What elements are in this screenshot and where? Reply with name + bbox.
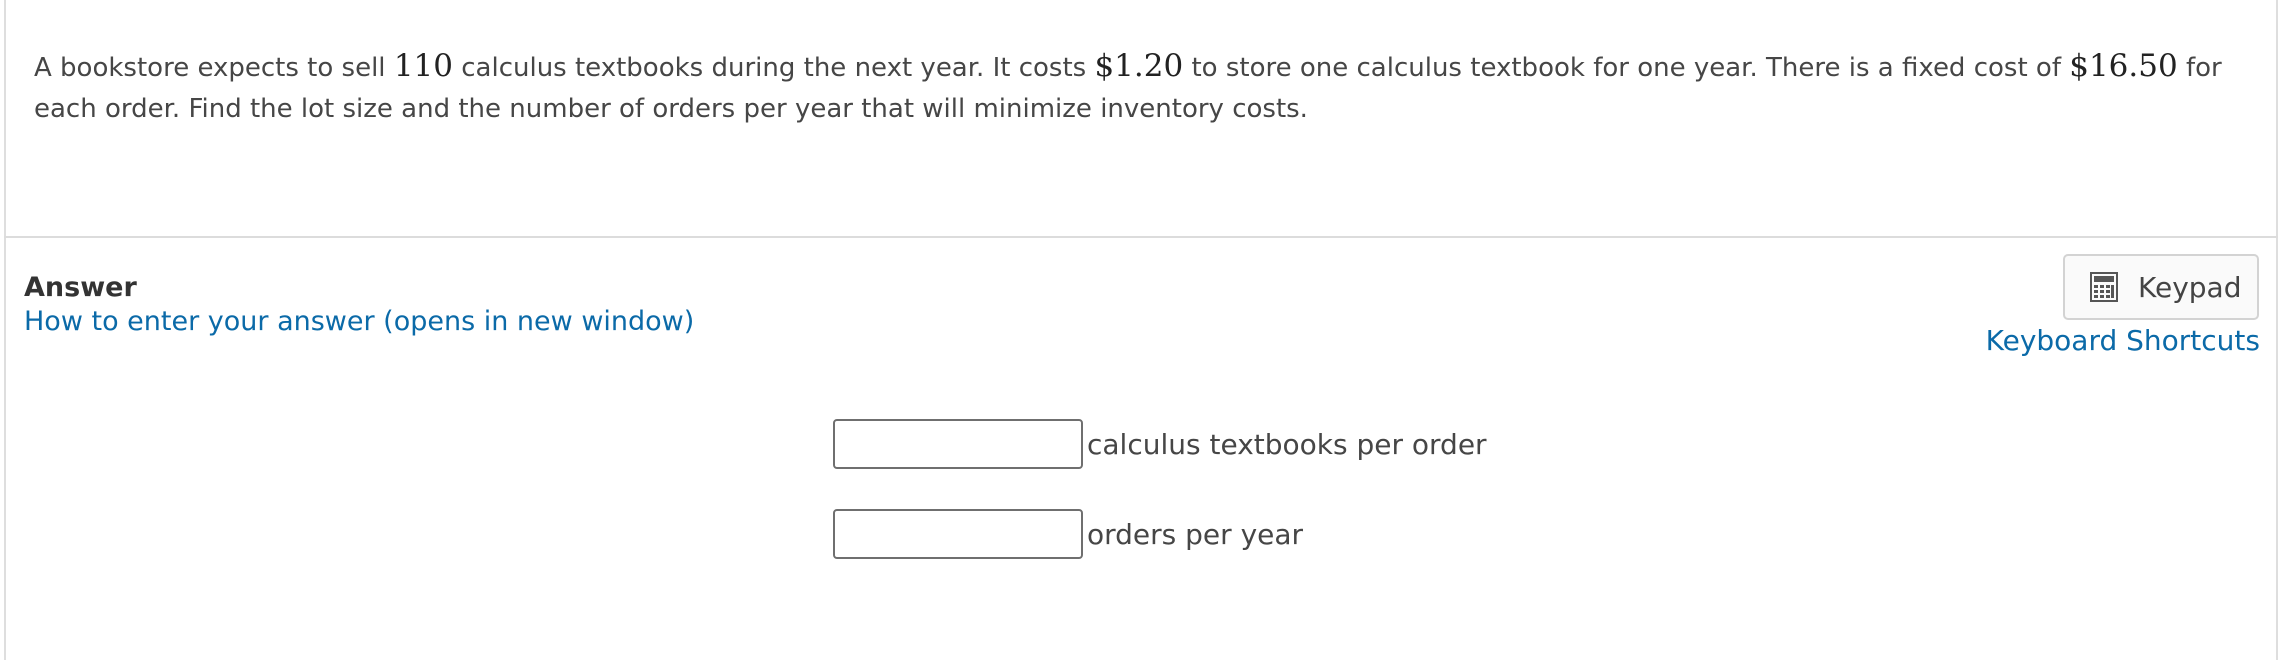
orders-per-year-input[interactable] <box>833 509 1083 559</box>
sales-quantity: 110 <box>393 48 453 84</box>
how-to-enter-answer-link[interactable]: How to enter your answer (opens in new w… <box>24 306 694 337</box>
question-text-part: to store one calculus textbook for one y… <box>1183 53 2070 83</box>
keypad-button[interactable]: Keypad <box>2063 254 2259 320</box>
question-text-part: calculus textbooks during the next year.… <box>452 53 1095 83</box>
question-text: A bookstore expects to sell 110 calculus… <box>34 46 2234 130</box>
question-text-part: A bookstore expects to sell <box>34 53 394 83</box>
fixed-cost: $16.50 <box>2069 48 2178 84</box>
answer-heading: Answer <box>24 272 137 303</box>
lot-size-label: calculus textbooks per order <box>1087 427 1487 461</box>
orders-per-year-label: orders per year <box>1087 517 1304 551</box>
calculator-icon <box>2090 272 2118 302</box>
answer-row-lot-size: calculus textbooks per order <box>833 419 1487 469</box>
keyboard-shortcuts-link[interactable]: Keyboard Shortcuts <box>1986 324 2260 357</box>
keypad-label: Keypad <box>2138 270 2242 304</box>
storage-cost: $1.20 <box>1094 48 1184 84</box>
answer-row-orders: orders per year <box>833 509 1303 559</box>
lot-size-input[interactable] <box>833 419 1083 469</box>
question-panel: A bookstore expects to sell 110 calculus… <box>4 0 2278 238</box>
